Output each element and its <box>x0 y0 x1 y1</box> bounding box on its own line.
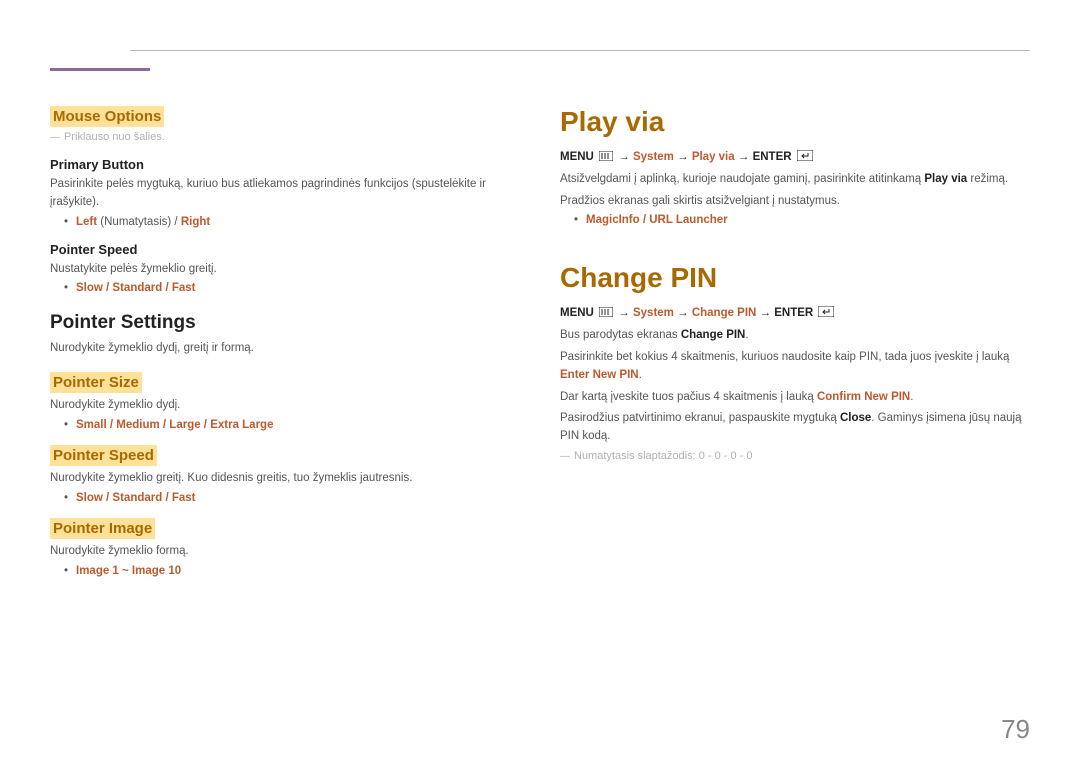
menu-path-play-via: MENU → System → Play via → ENTER <box>560 148 1030 167</box>
heading-pointer-speed-1: Pointer Speed <box>50 242 520 257</box>
l3c: . <box>910 391 913 403</box>
enter-icon <box>797 148 813 166</box>
opts-pointer-speed-1: Slow / Standard / Fast <box>76 282 196 294</box>
l3b: Confirm New PIN <box>817 391 910 403</box>
options-pointer-size: Small / Medium / Large / Extra Large <box>64 419 520 431</box>
desc-pointer-size: Nurodykite žymeklio dydį. <box>50 397 520 415</box>
change-pin-line4: Pasirodžius patvirtinimo ekranui, paspau… <box>560 410 1030 446</box>
opt-left-note: (Numatytasis) / <box>97 216 181 228</box>
options-play-via: MagicInfo / URL Launcher <box>574 214 1030 226</box>
desc-pointer-settings: Nurodykite žymeklio dydį, greitį ir form… <box>50 340 520 358</box>
change-pin-line3: Dar kartą įveskite tuos pačius 4 skaitme… <box>560 389 1030 407</box>
menu-label: MENU <box>560 151 594 163</box>
heading-pointer-image: Pointer Image <box>50 518 155 539</box>
left-column: Mouse Options Priklauso nuo šalies. Prim… <box>50 106 520 595</box>
options-pointer-speed-2: Slow / Standard / Fast <box>64 492 520 504</box>
heading-change-pin: Change PIN <box>560 262 1030 294</box>
opts-pointer-speed-2: Slow / Standard / Fast <box>76 492 196 504</box>
heading-pointer-speed-2: Pointer Speed <box>50 445 157 466</box>
note-default-pin: Numatytasis slaptažodis: 0 - 0 - 0 - 0 <box>560 450 1030 462</box>
change-pin-line2: Pasirinkite bet kokius 4 skaitmenis, kur… <box>560 349 1030 385</box>
options-pointer-image: Image 1 ~ Image 10 <box>64 565 520 577</box>
l4b: Close <box>840 412 871 424</box>
desc-pointer-speed-2: Nurodykite žymeklio greitį. Kuo didesnis… <box>50 470 520 488</box>
heading-pointer-size: Pointer Size <box>50 372 142 393</box>
enter-label-2: ENTER <box>774 307 813 319</box>
opts-pointer-size: Small / Medium / Large / Extra Large <box>76 419 273 431</box>
path-system-2: System <box>633 307 674 319</box>
desc1a: Atsižvelgdami į aplinką, kurioje naudoja… <box>560 173 924 185</box>
heading-pointer-settings: Pointer Settings <box>50 312 520 334</box>
l3a: Dar kartą įveskite tuos pačius 4 skaitme… <box>560 391 817 403</box>
heading-mouse-options: Mouse Options <box>50 106 164 127</box>
opts-play-via: MagicInfo / URL Launcher <box>586 214 728 226</box>
page-number: 79 <box>1001 714 1030 745</box>
path-change-pin: Change PIN <box>692 307 757 319</box>
path-system: System <box>633 151 674 163</box>
opts-pointer-image: Image 1 ~ Image 10 <box>76 565 181 577</box>
l1b: Change PIN <box>681 329 746 341</box>
accent-bar <box>50 68 150 71</box>
note-region: Priklauso nuo šalies. <box>50 131 520 143</box>
opt-right: Right <box>181 216 210 228</box>
l1c: . <box>745 329 748 341</box>
desc-play-via-2: Pradžios ekranas gali skirtis atsižvelgi… <box>560 193 1030 211</box>
l4a: Pasirodžius patvirtinimo ekranui, paspau… <box>560 412 840 424</box>
menu-icon <box>599 148 613 166</box>
l2b: Enter New PIN <box>560 369 639 381</box>
heading-primary-button: Primary Button <box>50 157 520 172</box>
heading-play-via: Play via <box>560 106 1030 138</box>
enter-label: ENTER <box>753 151 792 163</box>
right-column: Play via MENU → System → Play via → ENTE… <box>560 106 1030 595</box>
enter-icon-2 <box>818 304 834 322</box>
l2a: Pasirinkite bet kokius 4 skaitmenis, kur… <box>560 351 1009 363</box>
l2c: . <box>639 369 642 381</box>
menu-path-change-pin: MENU → System → Change PIN → ENTER <box>560 304 1030 323</box>
desc-pointer-speed-1: Nustatykite pelės žymeklio greitį. <box>50 261 520 279</box>
desc-play-via-1: Atsižvelgdami į aplinką, kurioje naudoja… <box>560 171 1030 189</box>
path-play-via: Play via <box>692 151 735 163</box>
desc-pointer-image: Nurodykite žymeklio formą. <box>50 543 520 561</box>
menu-icon-2 <box>599 304 613 322</box>
desc1b: Play via <box>924 173 967 185</box>
options-pointer-speed-1: Slow / Standard / Fast <box>64 282 520 294</box>
change-pin-line1: Bus parodytas ekranas Change PIN. <box>560 327 1030 345</box>
options-primary-button: Left (Numatytasis) / Right <box>64 216 520 228</box>
l1a: Bus parodytas ekranas <box>560 329 681 341</box>
opt-left: Left <box>76 216 97 228</box>
menu-label-2: MENU <box>560 307 594 319</box>
desc1c: režimą. <box>967 173 1008 185</box>
divider <box>130 50 1030 51</box>
desc-primary-button: Pasirinkite pelės mygtuką, kuriuo bus at… <box>50 176 520 212</box>
